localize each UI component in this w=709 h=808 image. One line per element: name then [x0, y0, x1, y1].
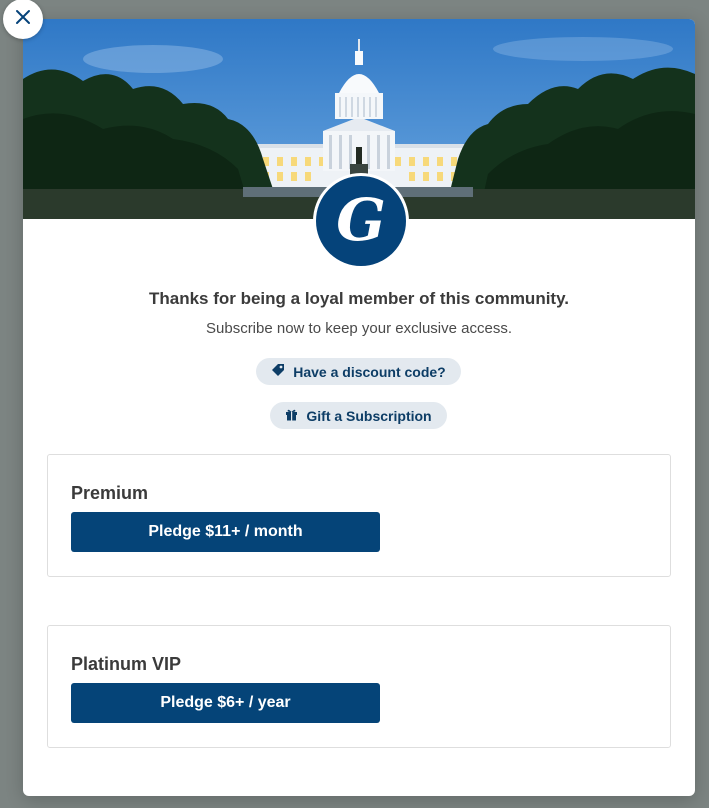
tier-name: Premium: [71, 483, 149, 503]
gift-subscription-label: Gift a Subscription: [306, 407, 432, 424]
discount-code-label: Have a discount code?: [293, 363, 446, 380]
tier-card-premium: Premium Pledge $11+ / month: [47, 454, 671, 577]
gift-subscription-button[interactable]: Gift a Subscription: [270, 402, 447, 429]
pledge-monthly-button[interactable]: Pledge $11+ / month: [71, 512, 380, 552]
tag-icon: [271, 363, 285, 380]
discount-code-button[interactable]: Have a discount code?: [256, 358, 461, 385]
logo-letter: G: [336, 186, 386, 254]
close-button[interactable]: [3, 0, 43, 39]
page-title: Thanks for being a loyal member of this …: [148, 289, 570, 308]
close-icon: [15, 9, 31, 30]
gift-icon: [285, 408, 298, 424]
tier-name: Platinum VIP: [71, 654, 182, 674]
pledge-yearly-button[interactable]: Pledge $6+ / year: [71, 683, 380, 723]
subtitle: Subscribe now to keep your exclusive acc…: [206, 320, 512, 337]
tier-card-platinum-vip: Platinum VIP Pledge $6+ / year: [47, 625, 671, 748]
subscription-modal: G Thanks for being a loyal member of thi…: [23, 19, 695, 796]
publication-logo: G: [313, 173, 409, 269]
